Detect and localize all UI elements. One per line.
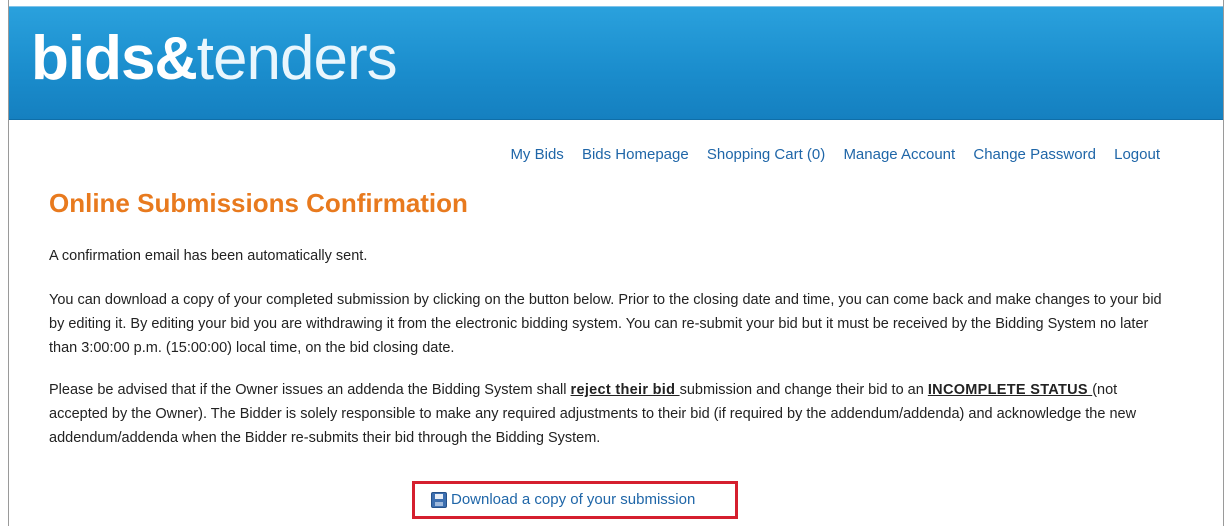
download-instructions-text: You can download a copy of your complete… <box>49 292 1162 356</box>
addenda-notice-text: Please be advised that if the Owner issu… <box>49 378 1169 450</box>
download-submission-label: Download a copy of your submission <box>451 491 696 508</box>
nav-shopping-cart[interactable]: Shopping Cart (0) <box>707 146 825 163</box>
download-submission-link[interactable]: Download a copy of your submission <box>431 491 695 508</box>
logo-tenders: tenders <box>196 24 398 93</box>
reject-bid-emphasis: reject their bid <box>570 382 680 398</box>
header-banner: bids&tenders <box>9 6 1223 120</box>
logo-ampersand: & <box>154 25 197 92</box>
download-highlight-box: Download a copy of your submission <box>412 481 738 519</box>
logo-bids: bids <box>31 24 155 93</box>
addenda-notice-part-a: Please be advised that if the Owner issu… <box>49 382 571 398</box>
nav-change-password[interactable]: Change Password <box>973 146 1096 163</box>
save-icon <box>431 491 447 508</box>
nav-logout[interactable]: Logout <box>1114 146 1160 163</box>
incomplete-status-emphasis: INCOMPLETE STATUS <box>927 382 1093 398</box>
page-title: Online Submissions Confirmation <box>49 188 468 218</box>
nav-bids-homepage[interactable]: Bids Homepage <box>582 146 689 163</box>
confirmation-text: A confirmation email has been automatica… <box>49 248 368 264</box>
top-nav: My Bids Bids Homepage Shopping Cart (0) … <box>496 146 1160 163</box>
nav-manage-account[interactable]: Manage Account <box>843 146 955 163</box>
addenda-notice-part-c: submission and change their bid to an <box>679 382 928 398</box>
site-logo[interactable]: bids&tenders <box>31 19 398 99</box>
nav-my-bids[interactable]: My Bids <box>510 146 563 163</box>
